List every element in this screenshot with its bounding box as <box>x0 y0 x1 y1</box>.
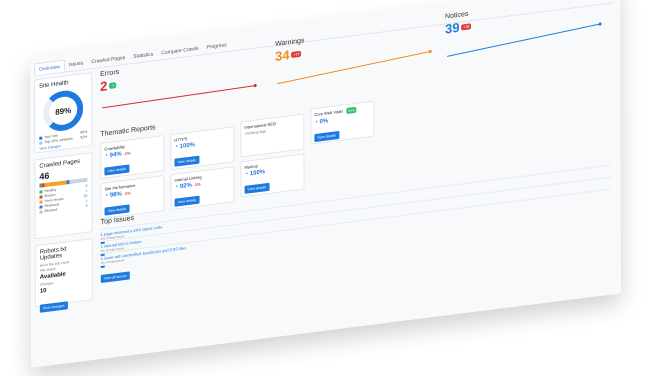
site-health-card: Site Health 89% Your site 89% Top-10% web… <box>34 72 93 154</box>
warnings-badge: +16 <box>291 50 302 58</box>
thematic-card: HTTPS ◔ 100% View details <box>170 126 235 171</box>
view-all-issues-button[interactable]: View all issues <box>100 271 130 284</box>
tab-issues[interactable]: Issues <box>65 57 87 72</box>
view-details-button[interactable]: View details <box>174 195 200 207</box>
thematic-title: Thematic Reports <box>100 124 156 139</box>
thematic-card: Internal Linking ◔ 92% -1% View details <box>170 166 235 211</box>
thematic-card: Site Performance ◔ 98% -1% View details <box>100 175 165 220</box>
tab-crawled-pages[interactable]: Crawled Pages <box>87 51 129 68</box>
view-details-button[interactable]: View details <box>244 182 270 194</box>
errors-value: 2 <box>100 78 108 95</box>
main-area: Errors 2 -1 Warnings 34 +16 Notices 39 +38 … <box>100 6 615 284</box>
site-health-percent: 89% <box>55 105 72 117</box>
view-details-button[interactable]: View details <box>174 155 200 167</box>
thematic-card: Markup ◔ 100% View details <box>240 153 305 198</box>
site-health-title: Site Health <box>39 80 69 90</box>
site-health-gauge: 89% <box>43 88 84 134</box>
tab-statistics[interactable]: Statistics <box>129 48 157 64</box>
tab-compare-crawls[interactable]: Compare Crawls <box>157 42 202 60</box>
view-details-button[interactable]: View details <box>104 204 130 216</box>
warnings-value: 34 <box>275 47 290 65</box>
crawled-pages-card: Crawled Pages 46 Healthy 0 Broken 1 Have iss… <box>34 152 93 240</box>
view-details-button[interactable]: View details <box>314 130 340 143</box>
view-details-button[interactable]: View details <box>104 164 130 176</box>
thematic-card: Crawlability ◔ 94% -1% View details <box>100 135 165 180</box>
thematic-card: Core Web Vitals new ◔ 0% View details <box>310 100 375 145</box>
robots-card: Robots.txt Updates since the last crawl … <box>34 238 93 313</box>
notices-widget: Notices 39 +38 <box>445 0 615 64</box>
tab-progress[interactable]: Progress <box>202 39 230 55</box>
left-column: Site Health 89% Your site 89% Top-10% web… <box>34 72 93 313</box>
view-changes-button[interactable]: View changes <box>39 301 68 313</box>
thematic-card: International SEO Hreflang tags <box>240 113 305 158</box>
app-window: Overview Issues Crawled Pages Statistics… <box>30 0 622 368</box>
notices-value: 39 <box>445 19 460 37</box>
errors-badge: -1 <box>109 81 117 89</box>
tab-overview[interactable]: Overview <box>34 59 65 76</box>
notices-badge: +38 <box>461 23 472 31</box>
